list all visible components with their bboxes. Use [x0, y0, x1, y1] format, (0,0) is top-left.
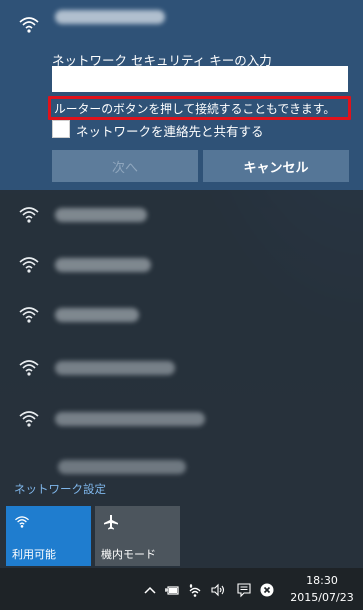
power-battery-icon[interactable]: [164, 582, 180, 598]
volume-icon[interactable]: [210, 582, 226, 598]
cancel-button[interactable]: キャンセル: [203, 150, 349, 182]
show-hidden-icons-icon[interactable]: [142, 582, 158, 598]
wifi-signal-icon: [18, 256, 40, 274]
network-ssid-blurred: [55, 208, 147, 222]
quick-action-airplane-mode[interactable]: 機内モード: [95, 506, 180, 566]
network-list-item[interactable]: [0, 190, 363, 240]
share-checkbox[interactable]: [52, 120, 70, 138]
network-list-item[interactable]: [0, 343, 363, 393]
wps-hint-highlight: ルーターのボタンを押して接続することもできます。: [48, 96, 351, 120]
network-tray-icon[interactable]: [186, 582, 202, 598]
security-key-input[interactable]: [52, 66, 348, 92]
airplane-icon: [103, 514, 119, 530]
quick-action-wifi[interactable]: 利用可能: [6, 506, 91, 566]
network-ssid-blurred: [55, 361, 175, 375]
network-list-item[interactable]: [0, 394, 363, 444]
network-flyout: ネットワーク セキュリティ キーの入力 ルーターのボタンを押して接続することもで…: [0, 0, 363, 568]
wps-hint-text: ルーターのボタンを押して接続することもできます。: [54, 102, 336, 116]
network-ssid-blurred: [55, 412, 205, 426]
action-center-icon[interactable]: [236, 582, 252, 598]
selected-network: ネットワーク セキュリティ キーの入力 ルーターのボタンを押して接続することもで…: [0, 0, 363, 190]
quick-action-wifi-label: 利用可能: [12, 548, 56, 561]
close-circle-icon[interactable]: [259, 582, 275, 598]
network-ssid-blurred: [55, 258, 151, 272]
clock-date: 2015/07/23: [290, 591, 354, 604]
wifi-icon: [14, 514, 30, 528]
wifi-signal-icon: [18, 410, 40, 428]
clock-time: 18:30: [306, 574, 338, 587]
network-ssid-blurred: [55, 308, 139, 322]
network-settings-link[interactable]: ネットワーク設定: [14, 481, 106, 497]
quick-action-airplane-label: 機内モード: [101, 548, 156, 561]
network-ssid-blurred: [58, 460, 186, 474]
wifi-signal-icon: [18, 206, 40, 224]
network-list-item[interactable]: [0, 290, 363, 340]
network-list-item[interactable]: [0, 240, 363, 290]
taskbar: 18:30 2015/07/23: [0, 568, 363, 610]
wifi-secured-icon: [18, 16, 40, 34]
share-checkbox-label[interactable]: ネットワークを連絡先と共有する: [76, 121, 264, 140]
next-button[interactable]: 次へ: [52, 150, 198, 182]
taskbar-clock[interactable]: 18:30 2015/07/23: [284, 572, 360, 606]
wifi-signal-icon: [18, 306, 40, 324]
network-ssid-blurred: [55, 10, 165, 24]
wifi-signal-icon: [18, 359, 40, 377]
